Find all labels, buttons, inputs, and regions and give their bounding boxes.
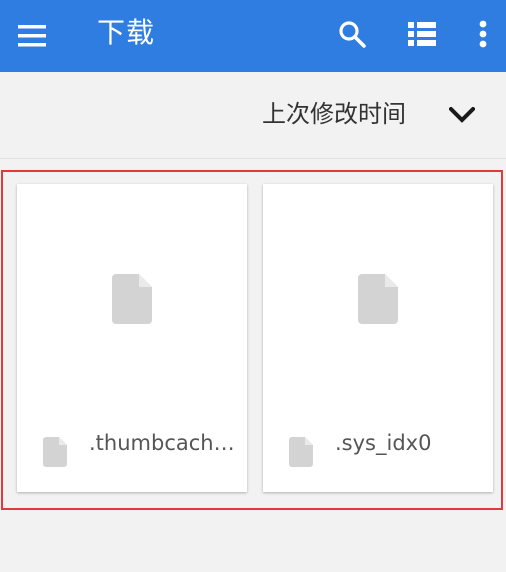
view-toggle-button[interactable] (400, 12, 444, 56)
file-card[interactable]: .thumbcach… (17, 184, 247, 492)
file-grid: .thumbcach… .sys_idx0 (1, 170, 503, 510)
search-icon (339, 21, 366, 48)
menu-button[interactable] (8, 14, 56, 58)
file-icon (112, 274, 152, 324)
menu-icon (18, 25, 46, 47)
chevron-down-icon (449, 107, 475, 123)
file-name: .thumbcach… (89, 431, 235, 455)
file-thumbnail (263, 184, 493, 414)
sort-label[interactable]: 上次修改时间 (262, 96, 406, 132)
more-vert-icon (479, 20, 487, 48)
file-icon (358, 274, 398, 324)
file-card[interactable]: .sys_idx0 (263, 184, 493, 492)
view-list-icon (408, 22, 436, 46)
top-app-bar: 下载 (0, 0, 506, 72)
app-root: 下载 上次修改时间 .thumbcach… .sys_idx0 (0, 0, 506, 572)
file-thumbnail (17, 184, 247, 414)
file-name: .sys_idx0 (335, 431, 432, 455)
sort-dropdown-button[interactable] (438, 94, 486, 136)
page-title: 下载 (97, 16, 156, 49)
file-icon (43, 437, 67, 467)
more-options-button[interactable] (466, 12, 500, 56)
sort-bar: 上次修改时间 (0, 72, 506, 159)
file-icon (289, 437, 313, 467)
search-button[interactable] (330, 12, 374, 56)
